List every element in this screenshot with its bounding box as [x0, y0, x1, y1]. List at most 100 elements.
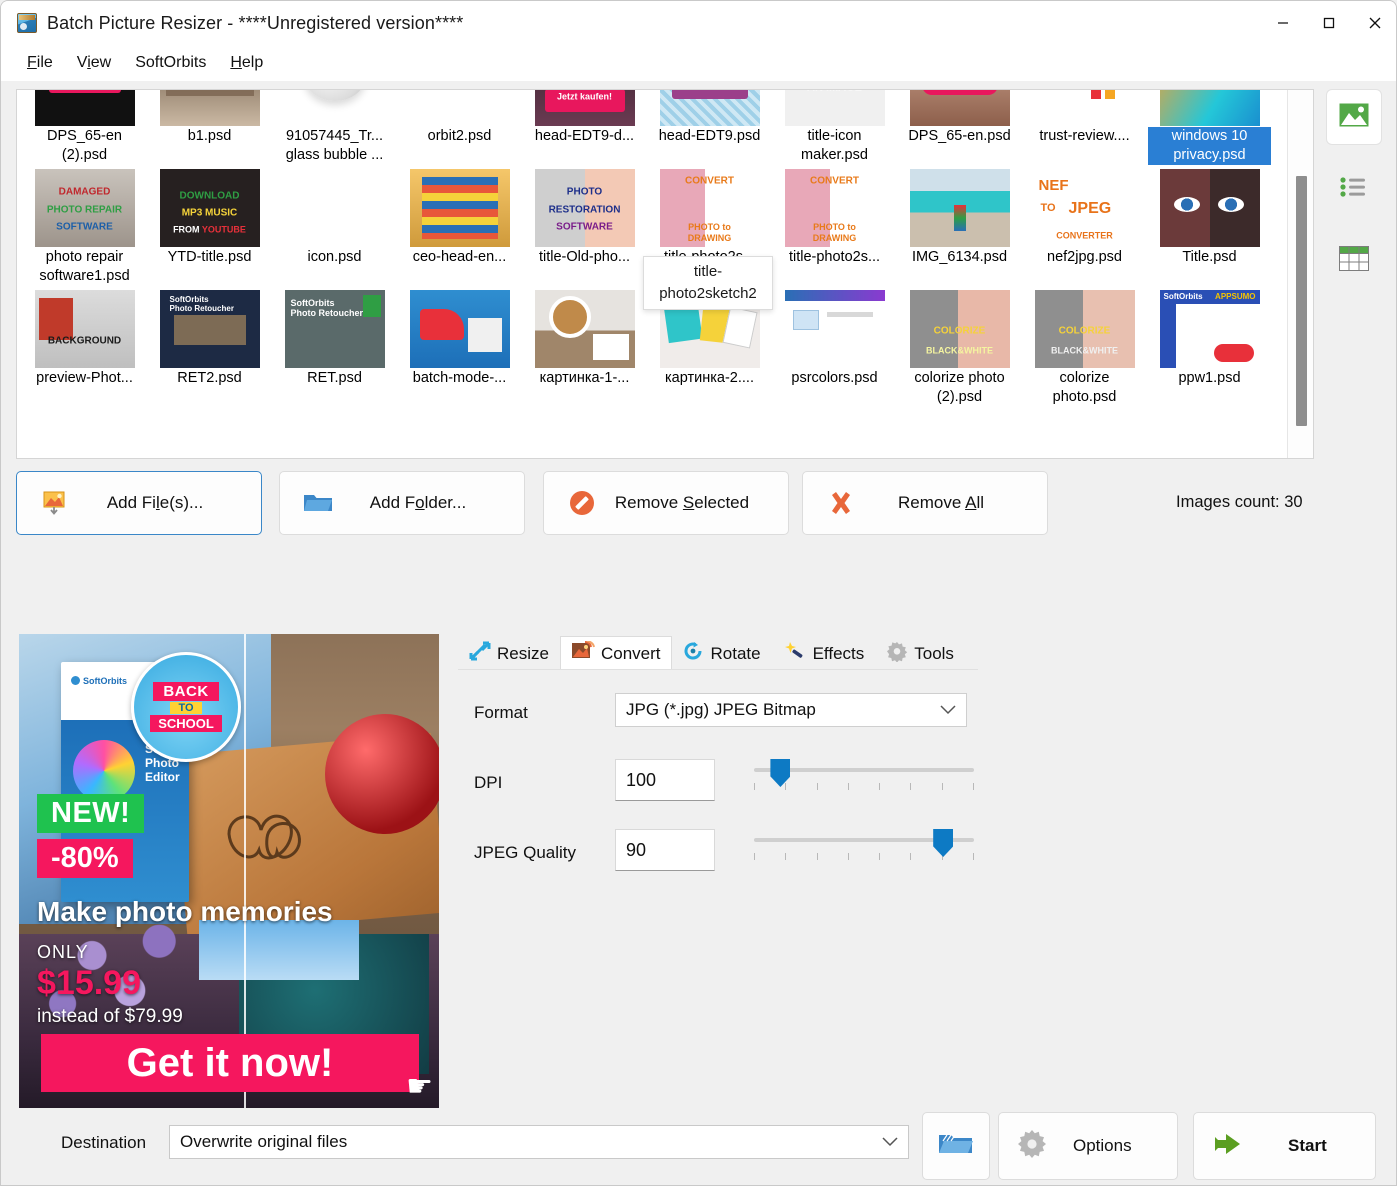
thumbnail-caption: title-icon maker.psd [773, 127, 896, 165]
thumbnail-item[interactable]: b1.psd [147, 90, 272, 165]
thumbnail-image: Get it now! [35, 90, 135, 126]
promo-new-badge: NEW! [37, 794, 144, 833]
thumbnail-item[interactable]: Title.psd [1147, 169, 1272, 286]
list-view-button[interactable] [1326, 161, 1382, 217]
dpi-input[interactable]: 100 [615, 759, 715, 801]
thumbnail-item[interactable]: NEFTOJPEGCONVERTERnef2jpg.psd [1022, 169, 1147, 286]
thumbnail-image: FREE [1035, 90, 1135, 126]
thumbnail-item[interactable]: SoftOrbitsPhoto RetoucherRET.psd [272, 290, 397, 407]
format-value: JPG (*.jpg) JPEG Bitmap [626, 700, 816, 720]
thumbnail-caption: windows 10 privacy.psd [1148, 127, 1271, 165]
menu-view[interactable]: View [65, 51, 123, 75]
green-arrow-icon [1212, 1131, 1248, 1162]
promo-banner[interactable]: SoftOrbits SoftOrbits Photo Editor BACK … [19, 634, 439, 1108]
menu-softorbits[interactable]: SoftOrbits [123, 51, 218, 75]
promo-headline: Make photo memories [37, 896, 333, 928]
add-folder-button[interactable]: Add Folder... [279, 471, 525, 535]
thumbnail-item[interactable]: картинка-1-... [522, 290, 647, 407]
thumbnail-item[interactable]: FREEtrust-review.... [1022, 90, 1147, 165]
sticker-line-1: BACK [153, 682, 218, 701]
menu-file[interactable]: FFileile [15, 51, 65, 75]
thumbnail-item[interactable]: Get it now!head-EDT9.psd [647, 90, 772, 165]
jpeg-quality-slider[interactable] [754, 829, 974, 863]
maximize-icon[interactable] [1306, 1, 1352, 45]
thumbnail-item[interactable]: CONVERTPHOTO to DRAWINGtitle-photo2s... [772, 169, 897, 286]
thumbnail-scrollbar[interactable] [1287, 90, 1313, 458]
thumbnail-item[interactable]: Get it now!DPS_65-en.psd [897, 90, 1022, 165]
destination-value: Overwrite original files [180, 1132, 347, 1152]
thumbnail-item[interactable]: AN IMAGEtitle-icon maker.psd [772, 90, 897, 165]
gear-icon [1017, 1129, 1047, 1163]
dpi-slider[interactable] [754, 759, 974, 793]
scrollbar-thumb[interactable] [1296, 176, 1307, 426]
thumbnail-item[interactable]: 91057445_Tr... glass bubble ... [272, 90, 397, 165]
thumbnail-item[interactable]: Jetzt kaufen!head-EDT9-d... [522, 90, 647, 165]
jpeg-quality-input[interactable]: 90 [615, 829, 715, 871]
remove-selected-label: Remove Selected [602, 493, 788, 513]
thumbnail-image [285, 169, 385, 247]
menu-help[interactable]: Help [218, 51, 275, 75]
start-button[interactable]: Start [1193, 1112, 1376, 1180]
thumbnail-item[interactable]: SoftOrbitsAPPSUMOppw1.psd [1147, 290, 1272, 407]
thumbnail-item[interactable]: batch-mode-... [397, 290, 522, 407]
thumbnail-image: CONVERTPHOTO to DRAWING [785, 169, 885, 247]
format-select[interactable]: JPG (*.jpg) JPEG Bitmap [615, 693, 967, 727]
minimize-icon[interactable] [1260, 1, 1306, 45]
thumbnail-caption: ceo-head-en... [398, 248, 521, 267]
remove-all-button[interactable]: Remove All [802, 471, 1048, 535]
thumbnail-item[interactable]: BACKGROUNDpreview-Phot... [22, 290, 147, 407]
image-list-panel[interactable]: Get it now!DPS_65-en (2).psdb1.psd910574… [16, 89, 1314, 459]
add-files-label: Add File(s)... [75, 493, 261, 513]
sticker-line-2: TO [170, 702, 201, 714]
tab-convert[interactable]: Convert [560, 636, 672, 670]
thumbnail-item[interactable]: DOWNLOADMP3 MUSICFROM YOUTUBEYTD-title.p… [147, 169, 272, 286]
thumbnail-caption: ppw1.psd [1148, 369, 1271, 388]
start-label: Start [1288, 1136, 1327, 1156]
thumbnails-view-button[interactable] [1326, 89, 1382, 145]
thumbnail-item[interactable]: SoftOrbitsPhoto RetoucherRET2.psd [147, 290, 272, 407]
thumbnail-caption: DPS_65-en.psd [898, 127, 1021, 146]
thumbnail-image: AN IMAGE [785, 90, 885, 126]
thumbnail-item[interactable]: psrcolors.psd [772, 290, 897, 407]
add-files-button[interactable]: Add File(s)... [16, 471, 262, 535]
list-icon [1339, 175, 1369, 204]
thumbnail-item[interactable]: IMG_6134.psd [897, 169, 1022, 286]
file-action-bar: Add File(s)... Add Folder... [16, 471, 1386, 539]
remove-selected-button[interactable]: Remove Selected [543, 471, 789, 535]
tab-resize[interactable]: Resize [458, 636, 560, 670]
thumbnail-item[interactable]: ceo-head-en... [397, 169, 522, 286]
thumbnail-item[interactable]: icon.psd [272, 169, 397, 286]
thumbnail-image [160, 90, 260, 126]
close-icon[interactable] [1352, 1, 1397, 45]
tab-effects[interactable]: Effects [772, 636, 876, 670]
rotate-icon [683, 641, 705, 666]
details-view-button[interactable] [1326, 233, 1382, 289]
thumbnail-tooltip: title- photo2sketch2 [643, 256, 773, 310]
thumbnail-image [535, 290, 635, 368]
add-image-icon [35, 490, 75, 516]
promo-cta-button[interactable]: Get it now! [41, 1034, 419, 1092]
destination-select[interactable]: Overwrite original files [169, 1125, 909, 1159]
tab-rotate[interactable]: Rotate [672, 636, 772, 670]
thumbnail-item[interactable]: COLORIZEBLACK&WHITEcolorize photo.psd [1022, 290, 1147, 407]
options-label: Options [1073, 1136, 1132, 1156]
thumbnail-item[interactable]: ISSUESwindows 10 privacy.psd [1147, 90, 1272, 165]
thumbnail-image [910, 169, 1010, 247]
tab-resize-label: Resize [497, 644, 549, 664]
convert-image-icon [571, 641, 595, 666]
softorbits-logo: SoftOrbits [71, 676, 127, 686]
thumbnail-item[interactable]: orbit2.psd [397, 90, 522, 165]
menu-bar: FFileile View SoftOrbits Help [1, 45, 1397, 81]
tab-rotate-label: Rotate [711, 644, 761, 664]
thumbnail-image: DAMAGEDPHOTO REPAIRSOFTWARE [35, 169, 135, 247]
thumbnail-caption: psrcolors.psd [773, 369, 896, 388]
thumbnail-image: Get it now! [910, 90, 1010, 126]
thumbnail-item[interactable]: DAMAGEDPHOTO REPAIRSOFTWAREphoto repair … [22, 169, 147, 286]
thumbnail-image: Jetzt kaufen! [535, 90, 635, 126]
thumbnail-item[interactable]: PHOTORESTORATIONSOFTWAREtitle-Old-pho... [522, 169, 647, 286]
options-button[interactable]: Options [998, 1112, 1178, 1180]
thumbnail-item[interactable]: COLORIZEBLACK&WHITEcolorize photo (2).ps… [897, 290, 1022, 407]
browse-destination-button[interactable] [922, 1112, 990, 1180]
thumbnail-item[interactable]: Get it now!DPS_65-en (2).psd [22, 90, 147, 165]
tab-tools[interactable]: Tools [875, 636, 965, 670]
